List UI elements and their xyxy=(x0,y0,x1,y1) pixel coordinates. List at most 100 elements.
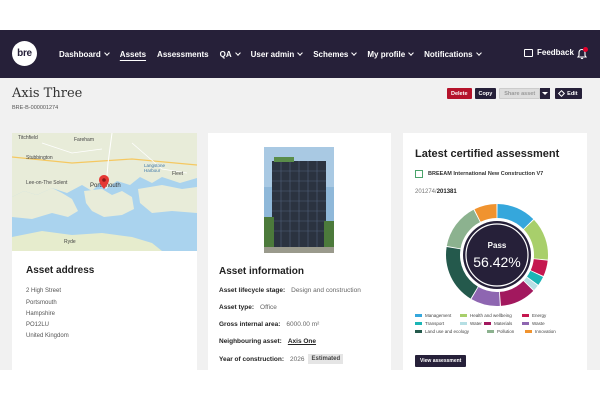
address-line: Hampshire xyxy=(26,311,56,317)
legend-item: Innovation xyxy=(525,329,556,334)
ref-suffix: 201381 xyxy=(436,189,457,195)
legend-label: Innovation xyxy=(535,329,556,334)
chevron-down-icon xyxy=(103,49,110,56)
info-value: Office xyxy=(260,304,277,311)
legend-item: Health and wellbeing xyxy=(452,313,522,318)
nav-qa[interactable]: QA xyxy=(220,49,241,59)
page-title: Axis Three xyxy=(12,86,83,101)
legend-label: Waste xyxy=(532,321,545,326)
location-pin-icon[interactable] xyxy=(99,175,109,189)
legend-label: Land use and ecology xyxy=(425,329,470,334)
nav-my-profile[interactable]: My profile xyxy=(367,49,414,59)
map-label: Lee-on-The Solent xyxy=(26,180,68,186)
legend-swatch xyxy=(525,330,532,333)
nav-menu: Dashboard Assets Assessments QA User adm… xyxy=(59,30,492,78)
notification-bell-icon[interactable] xyxy=(576,47,588,60)
legend-label: Management xyxy=(425,313,452,318)
asset-type-row: Asset type: Office xyxy=(219,304,277,311)
legend-label: Water xyxy=(470,321,482,326)
breeam-icon xyxy=(415,170,423,178)
legend-item: Management xyxy=(415,313,452,318)
info-label: Asset lifecycle stage: xyxy=(219,287,286,294)
edit-button[interactable]: Edit xyxy=(555,88,582,99)
copy-button[interactable]: Copy xyxy=(474,88,497,99)
address-line: Portsmouth xyxy=(26,300,57,306)
legend-label: Pollution xyxy=(497,329,515,334)
main-navbar: bre Dashboard Assets Assessments QA User… xyxy=(0,30,600,78)
legend-label: Materials xyxy=(494,321,513,326)
legend-swatch xyxy=(522,314,529,317)
year-of-construction-row: Year of construction: 2026 Estimated xyxy=(219,354,344,364)
nav-assets[interactable]: Assets xyxy=(120,50,146,59)
neighbouring-asset-link[interactable]: Axis One xyxy=(288,338,316,345)
nav-dashboard[interactable]: Dashboard xyxy=(59,49,110,59)
legend-item: Energy xyxy=(522,313,546,318)
delete-button[interactable]: Delete xyxy=(447,88,472,99)
nav-schemes[interactable]: Schemes xyxy=(313,49,358,59)
pencil-icon xyxy=(558,89,566,98)
address-line: PO12LU xyxy=(26,322,50,328)
legend-item: Land use and ecology xyxy=(415,329,487,334)
caret-down-icon xyxy=(542,92,549,95)
map-label: Titchfield xyxy=(18,135,38,141)
map-label: Fleet xyxy=(172,171,184,177)
share-dropdown-toggle[interactable] xyxy=(540,88,551,99)
neighbouring-asset-row: Neighbouring asset: Axis One xyxy=(219,338,316,345)
legend-row: Management Health and wellbeing Energy xyxy=(415,313,580,318)
legend-row: Transport Water Materials Waste xyxy=(415,321,580,326)
asset-information-card: Asset information Asset lifecycle stage:… xyxy=(208,133,391,370)
chevron-down-icon xyxy=(351,49,358,56)
info-label: Neighbouring asset: xyxy=(219,338,282,345)
score-value: 56.42% xyxy=(473,254,521,270)
edit-label: Edit xyxy=(567,90,578,97)
assessment-reference: 201274/201381 xyxy=(415,189,457,195)
lifecycle-stage-row: Asset lifecycle stage: Design and constr… xyxy=(219,287,361,294)
legend-item: Water xyxy=(452,321,484,326)
map-label: Ryde xyxy=(64,239,76,245)
info-value: Design and construction xyxy=(291,287,361,294)
chevron-down-icon xyxy=(297,49,304,56)
ref-prefix: 201274/ xyxy=(415,189,437,195)
info-value: 2026 xyxy=(290,355,305,363)
score-donut-chart: Pass 56.42% xyxy=(445,203,549,307)
speech-bubble-icon xyxy=(524,48,533,57)
legend-swatch xyxy=(484,322,491,325)
info-value: 6000.00 m² xyxy=(286,321,320,328)
rating-label: Pass xyxy=(487,241,507,250)
asset-id: BRE-B-000001274 xyxy=(12,105,59,111)
top-spacer xyxy=(0,0,600,30)
bre-logo[interactable]: bre xyxy=(12,41,37,66)
view-assessment-button[interactable]: View assessment xyxy=(415,355,467,367)
gross-area-row: Gross internal area: 6000.00 m² xyxy=(219,321,319,328)
chevron-down-icon xyxy=(234,49,241,56)
asset-actions: Delete Copy Share asset Edit xyxy=(447,88,582,99)
share-asset-button[interactable]: Share asset xyxy=(499,88,541,99)
chart-legend: Management Health and wellbeing Energy T… xyxy=(415,313,580,337)
asset-address-card: Titchfield Fareham Stubbington Langstone… xyxy=(12,133,197,370)
legend-swatch xyxy=(460,322,467,325)
info-label: Year of construction: xyxy=(219,355,285,363)
location-map[interactable]: Titchfield Fareham Stubbington Langstone… xyxy=(12,133,197,251)
legend-row: Land use and ecology Pollution Innovatio… xyxy=(415,329,580,334)
legend-item: Pollution xyxy=(487,329,525,334)
legend-item: Materials xyxy=(484,321,522,326)
legend-swatch xyxy=(460,314,467,317)
info-label: Gross internal area: xyxy=(219,321,281,328)
address-line: United Kingdom xyxy=(26,333,69,339)
legend-swatch xyxy=(487,330,494,333)
address-line: 2 High Street xyxy=(26,288,62,294)
info-label: Asset type: xyxy=(219,304,255,311)
nav-assessments[interactable]: Assessments xyxy=(157,50,209,59)
nav-notifications[interactable]: Notifications xyxy=(424,49,482,59)
chevron-down-icon xyxy=(475,49,482,56)
nav-user-admin[interactable]: User admin xyxy=(251,49,304,59)
legend-swatch xyxy=(522,322,529,325)
assessment-heading: Latest certified assessment xyxy=(415,148,560,160)
bottom-spacer xyxy=(0,370,600,400)
scheme-label: BREEAM International New Construction V7 xyxy=(428,171,544,177)
latest-assessment-card: Latest certified assessment BREEAM Inter… xyxy=(403,133,587,370)
legend-swatch xyxy=(415,330,422,333)
chevron-down-icon xyxy=(408,49,414,56)
feedback-button[interactable]: Feedback xyxy=(524,48,574,57)
scheme-name: BREEAM International New Construction V7 xyxy=(415,170,543,178)
